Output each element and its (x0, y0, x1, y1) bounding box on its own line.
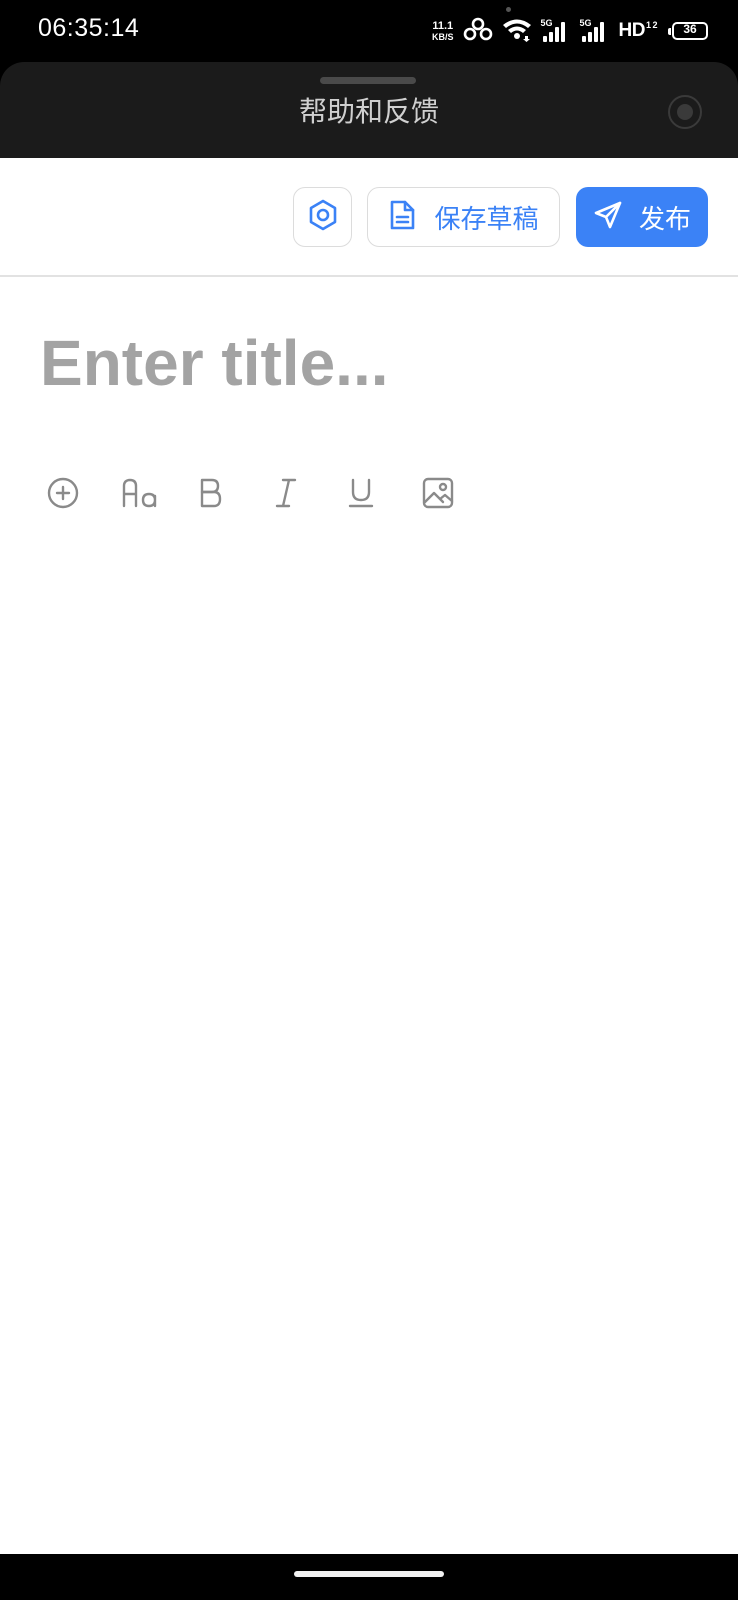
send-icon (593, 200, 623, 234)
hd-label: HD (618, 20, 646, 41)
record-icon (677, 104, 693, 120)
bold-button[interactable] (194, 472, 269, 518)
home-indicator[interactable] (294, 1571, 444, 1577)
camera-dot (506, 7, 511, 12)
italic-button[interactable] (269, 472, 344, 518)
hd-sub-label: 1 2 (645, 20, 658, 30)
hd-voice-indicator: HD 1 2 (618, 20, 658, 42)
hotspot-icon (463, 16, 493, 46)
status-time: 06:35:14 (38, 14, 140, 42)
settings-button[interactable] (293, 187, 352, 247)
document-icon (388, 199, 416, 235)
publish-label: 发布 (638, 204, 691, 235)
network-speed-value: 11.1 (432, 19, 454, 32)
add-icon (46, 476, 80, 514)
drag-handle[interactable] (320, 77, 416, 84)
status-icons: 11.1 KB/S 5G 5G HD 1 2 36 (432, 16, 708, 46)
settings-icon (306, 198, 340, 236)
save-draft-label: 保存草稿 (434, 204, 539, 235)
signal-sim2-icon: 5G (580, 18, 610, 44)
font-size-button[interactable] (119, 472, 194, 518)
font-size-icon (121, 476, 159, 514)
title-input[interactable] (40, 326, 700, 400)
underline-icon (346, 476, 376, 514)
publish-button[interactable]: 发布 (576, 187, 708, 247)
bold-icon (196, 476, 226, 514)
sheet-header: 帮助和反馈 (0, 62, 738, 158)
insert-button[interactable] (44, 472, 119, 518)
battery-icon: 36 (668, 22, 708, 40)
navigation-bar (0, 1554, 738, 1600)
sheet-title: 帮助和反馈 (298, 95, 439, 128)
editor-toolbar: 保存草稿 发布 (0, 158, 738, 277)
format-toolbar (44, 472, 494, 518)
signal-sim1-icon: 5G (541, 18, 571, 44)
wifi-icon (502, 16, 532, 46)
status-bar: 06:35:14 11.1 KB/S 5G 5G HD 1 2 36 (0, 0, 738, 62)
italic-icon (271, 476, 301, 514)
network-speed: 11.1 KB/S (432, 19, 454, 42)
image-icon (421, 476, 455, 514)
underline-button[interactable] (344, 472, 419, 518)
image-button[interactable] (419, 472, 494, 518)
battery-level: 36 (683, 22, 697, 36)
save-draft-button[interactable]: 保存草稿 (367, 187, 560, 247)
editor-content: 保存草稿 发布 (0, 158, 738, 1554)
network-speed-unit: KB/S (432, 31, 454, 42)
record-button[interactable] (668, 95, 702, 129)
